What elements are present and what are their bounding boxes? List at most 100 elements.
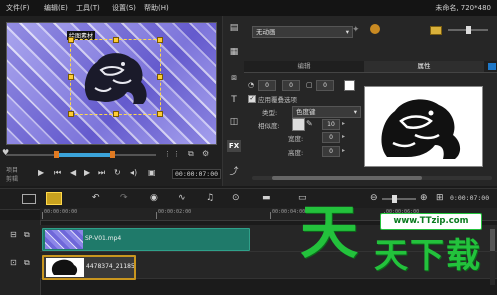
repeat-icon[interactable]: ↻: [114, 168, 121, 177]
overlay-clip[interactable]: 4478374_211854: [42, 255, 136, 280]
menu-tools[interactable]: 工具(T): [76, 3, 100, 13]
prev-frame-icon[interactable]: ◀: [70, 168, 76, 177]
height-spinner[interactable]: 0: [322, 146, 340, 157]
resize-handle-w[interactable]: [68, 74, 74, 80]
audio-mixer-icon[interactable]: ∿: [178, 193, 186, 203]
subtitle-icon[interactable]: ▬: [262, 193, 271, 203]
overlay-track-icon[interactable]: ⊡: [10, 258, 17, 267]
go-end-icon[interactable]: ⏭: [98, 168, 105, 178]
chevron-down-icon: ▾: [353, 108, 357, 116]
copy-icon[interactable]: ⧉: [188, 149, 194, 159]
resize-handle-ne[interactable]: [157, 37, 163, 43]
mark-in-handle[interactable]: [54, 151, 59, 158]
type-label: 类型:: [262, 109, 278, 117]
width-spinner[interactable]: 0: [322, 132, 340, 143]
enlarge-icon[interactable]: ▣: [148, 168, 156, 177]
customize-icon[interactable]: ✦: [352, 25, 360, 35]
preview-timecode[interactable]: 00:00:07:00: [172, 169, 222, 179]
overlay-thumbnail-preview: [364, 86, 483, 167]
mark-out-handle[interactable]: [110, 151, 115, 158]
menu-help[interactable]: 帮助(H): [144, 3, 169, 13]
project-label[interactable]: 项目: [6, 165, 18, 174]
menu-settings[interactable]: 设置(S): [112, 3, 136, 13]
next-frame-icon[interactable]: ▶: [84, 168, 90, 177]
overlay-clip-name: 4478374_211854: [86, 263, 136, 270]
menu-bar: 文件(F) 编辑(E) 工具(T) 设置(S) 帮助(H) 未命名, 720*4…: [0, 0, 497, 17]
options-scrollbar-thumb[interactable]: [272, 176, 422, 180]
zoom-slider[interactable]: [448, 26, 488, 34]
path-icon[interactable]: ⤴: [227, 166, 241, 178]
similarity-spinner[interactable]: 10: [322, 119, 340, 130]
auto-music-icon[interactable]: ♫: [206, 193, 214, 203]
storyboard-view-icon[interactable]: [22, 194, 36, 204]
trim-selection[interactable]: [56, 153, 112, 157]
lion-graphic: [84, 53, 147, 104]
preview-panel: 绘图素材 ♥ ⋮ ⋮ ⧉ ⚙ 项目 剪辑 ▶ ⏮ ◀ ▶ ⏭ ↻ ◂) ▣ 00…: [0, 16, 222, 186]
animation-dropdown[interactable]: 无动画 ▾: [252, 26, 353, 38]
graphics-icon[interactable]: ◫: [227, 116, 241, 128]
title-icon[interactable]: T: [227, 94, 241, 106]
timeline-view-icon[interactable]: [46, 192, 62, 205]
spinner-arrow-icon[interactable]: ▸: [342, 133, 345, 140]
spinner-1[interactable]: 0: [258, 80, 276, 91]
split-icon[interactable]: ⋮ ⋮: [164, 150, 180, 158]
tab-attributes[interactable]: 属性: [364, 61, 484, 72]
redo-icon[interactable]: ↷: [120, 193, 128, 203]
playback-controls: 项目 剪辑 ▶ ⏮ ◀ ▶ ⏭ ↻ ◂) ▣ 00:00:07:00: [0, 164, 222, 186]
ruler-label: 00:00:00:00: [44, 209, 78, 215]
eyedropper-icon[interactable]: ✎: [306, 119, 313, 128]
scrub-bar[interactable]: ♥ ⋮ ⋮ ⧉ ⚙: [2, 148, 215, 162]
type-dropdown-value: 色度键: [296, 108, 316, 116]
overlay-clip-thumbnail: [46, 258, 84, 277]
type-dropdown[interactable]: 色度键 ▾: [292, 106, 361, 118]
resize-handle-sw[interactable]: [68, 111, 74, 117]
track-headers: ⊟ ⧉ ⊡ ⧉: [0, 220, 41, 295]
folder-icon[interactable]: [430, 26, 442, 35]
document-info: 未命名, 720*480: [435, 4, 491, 12]
ruler-tick: [270, 212, 271, 219]
video-track-icon[interactable]: ⊟: [10, 230, 17, 239]
border-color-swatch[interactable]: [344, 80, 355, 91]
volume-control-icon[interactable]: ◂): [130, 168, 137, 177]
resize-handle-s[interactable]: [113, 111, 119, 117]
spinner-arrow-icon[interactable]: ▸: [342, 147, 345, 154]
record-icon[interactable]: ◉: [150, 193, 158, 203]
motion-track-icon[interactable]: ⊙: [232, 193, 240, 203]
instant-project-icon[interactable]: ▦: [227, 46, 241, 58]
transition-icon[interactable]: ⧈: [227, 72, 241, 84]
track-visibility-icon[interactable]: ⧉: [24, 258, 30, 268]
spinner-arrow-icon[interactable]: ▸: [342, 120, 345, 127]
overlay-selection-box[interactable]: [68, 37, 163, 117]
zoom-slider-knob[interactable]: [466, 26, 471, 34]
preview-window[interactable]: 绘图素材: [6, 22, 217, 145]
resize-handle-e[interactable]: [157, 74, 163, 80]
ruler-label: 00:00:02:00: [158, 209, 192, 215]
clip-label[interactable]: 剪辑: [6, 174, 18, 183]
video-clip[interactable]: SP-V01.mp4: [42, 228, 250, 251]
tab-edit[interactable]: 编辑: [244, 61, 364, 72]
palette-icon: ◔: [248, 81, 255, 89]
spinner-3[interactable]: 0: [316, 80, 334, 91]
go-start-icon[interactable]: ⏮: [54, 168, 61, 178]
track-visibility-icon[interactable]: ⧉: [24, 230, 30, 240]
resize-handle-se[interactable]: [157, 111, 163, 117]
options-panel: 无动画 ▾ ✦ 编辑 属性 ◔ 0 0 ▢ 0 ✓ 应用覆叠选项 类型: 色度键…: [244, 16, 497, 186]
menu-edit[interactable]: 编辑(E): [44, 3, 68, 13]
resize-handle-nw[interactable]: [68, 37, 74, 43]
apply-overlay-checkbox[interactable]: ✓: [248, 95, 256, 103]
watermark-text: 天下载: [374, 236, 482, 276]
menu-file[interactable]: 文件(F): [6, 3, 30, 13]
similarity-label: 相似度:: [258, 122, 280, 130]
settings-icon[interactable]: ⚙: [202, 149, 209, 158]
options-scrollbar[interactable]: [252, 176, 492, 180]
effect-badge-icon[interactable]: [370, 24, 380, 34]
play-icon[interactable]: ▶: [38, 168, 44, 177]
media-icon[interactable]: ▤: [227, 22, 241, 34]
resize-handle-n[interactable]: [113, 37, 119, 43]
key-color-swatch[interactable]: [292, 118, 305, 131]
expand-icon[interactable]: [488, 63, 496, 70]
chevron-down-icon: ▾: [345, 28, 349, 36]
spinner-2[interactable]: 0: [282, 80, 300, 91]
undo-icon[interactable]: ↶: [92, 193, 100, 203]
filter-fx-icon[interactable]: FX: [227, 140, 241, 152]
